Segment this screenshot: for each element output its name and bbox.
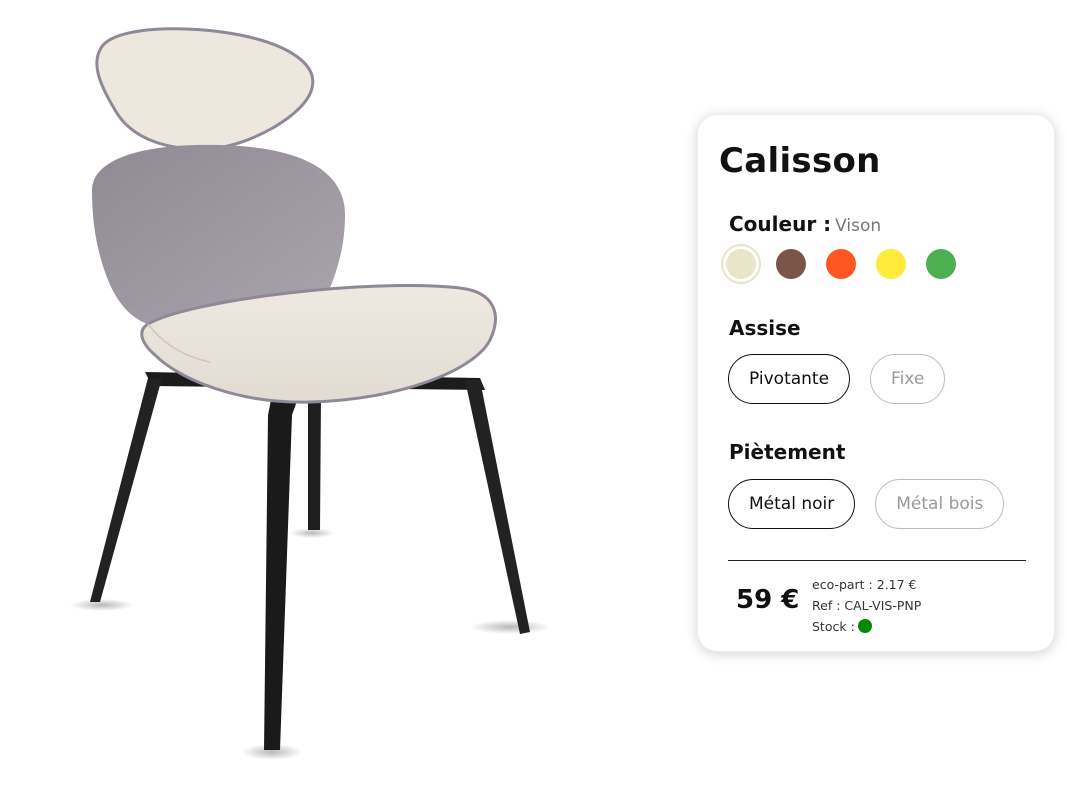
color-swatch-orange[interactable]: [826, 249, 856, 279]
reference: Ref : CAL-VIS-PNP: [812, 598, 922, 613]
base-option-metal-noir[interactable]: Métal noir: [728, 479, 856, 529]
chair-image: [70, 27, 550, 760]
seat-section-label: Assise: [729, 316, 801, 340]
stock-label: Stock :: [812, 619, 855, 634]
product-title: Calisson: [719, 141, 881, 181]
base-option-metal-bois[interactable]: Métal bois: [875, 479, 1005, 529]
product-image[interactable]: [40, 10, 560, 780]
seat-option-fixe[interactable]: Fixe: [870, 354, 946, 404]
color-swatch-yellow[interactable]: [876, 249, 906, 279]
color-swatches: [726, 249, 956, 279]
selected-color-name: Vison: [835, 216, 882, 236]
divider: [728, 560, 1026, 561]
color-swatch-green[interactable]: [926, 249, 956, 279]
color-swatch-brown[interactable]: [776, 249, 806, 279]
seat-options: Pivotante Fixe: [728, 354, 946, 404]
stock-status-icon: [857, 619, 872, 633]
color-section-label: Couleur : Vison: [729, 212, 881, 236]
product-meta: eco-part : 2.17 € Ref : CAL-VIS-PNP Stoc…: [812, 574, 921, 637]
color-label: Couleur :: [729, 212, 832, 236]
stock-row: Stock :: [812, 616, 921, 637]
base-options: Métal noir Métal bois: [728, 479, 1005, 529]
configurator-panel: Calisson Couleur : Vison Assise Pivotante…: [697, 114, 1055, 652]
seat-option-pivotante[interactable]: Pivotante: [728, 354, 851, 404]
price: 59 €: [736, 585, 800, 615]
base-section-label: Piètement: [729, 440, 846, 464]
eco-part: eco-part : 2.17 €: [812, 577, 917, 592]
color-swatch-vison[interactable]: [726, 249, 756, 279]
